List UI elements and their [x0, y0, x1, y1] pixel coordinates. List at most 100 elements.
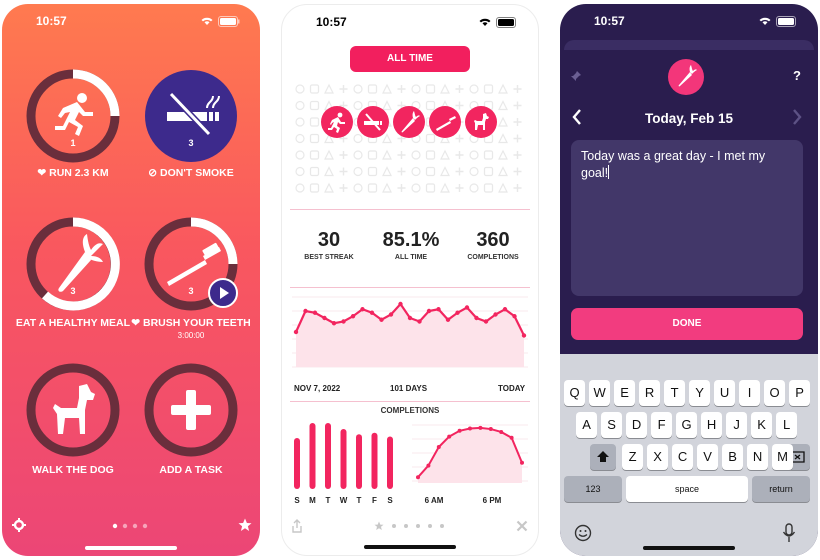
keyboard: 123 space return QWERTYUIOP ASDFGHJKL ZXCV…	[560, 354, 818, 556]
play-timer-button[interactable]	[208, 278, 238, 308]
trend-point	[312, 310, 318, 315]
key-f[interactable]: F	[651, 412, 673, 438]
star-icon[interactable]	[238, 518, 252, 532]
key-p[interactable]: P	[789, 380, 811, 406]
bg-icon	[498, 166, 508, 177]
bg-icon	[513, 134, 522, 143]
key-a[interactable]: A	[576, 412, 598, 438]
key-s[interactable]: S	[601, 412, 623, 438]
key-g[interactable]: G	[676, 412, 698, 438]
key-z[interactable]: Z	[622, 444, 644, 470]
key-m[interactable]: M	[772, 444, 794, 470]
key-b[interactable]: B	[722, 444, 744, 470]
habit-run[interactable]: 1	[25, 68, 121, 164]
key-h[interactable]: H	[701, 412, 723, 438]
shift-key[interactable]	[590, 444, 616, 470]
habit-healthy-meal[interactable]: 3	[25, 216, 121, 312]
page-dots[interactable]	[112, 523, 152, 529]
filter-dog[interactable]	[465, 106, 497, 138]
emoji-icon[interactable]	[574, 524, 592, 542]
numbers-key[interactable]: 123	[564, 476, 622, 502]
bg-icon	[498, 116, 508, 127]
key-o[interactable]: O	[764, 380, 786, 406]
key-r[interactable]: R	[639, 380, 661, 406]
bg-icon	[309, 117, 320, 127]
help-button[interactable]: ?	[793, 68, 801, 83]
key-e[interactable]: E	[614, 380, 636, 406]
plus-icon	[171, 390, 211, 430]
stat-label: BEST STREAK	[304, 254, 354, 261]
key-y[interactable]: Y	[689, 380, 711, 406]
key-i[interactable]: I	[739, 380, 761, 406]
gear-icon[interactable]	[12, 518, 26, 532]
battery-icon	[218, 15, 240, 27]
battery-icon	[776, 15, 796, 27]
filter-run[interactable]	[321, 106, 353, 138]
heart-icon: ❤	[37, 167, 47, 179]
bg-icon	[483, 166, 494, 177]
key-v[interactable]: V	[697, 444, 719, 470]
bg-icon	[367, 84, 378, 94]
bg-icon	[483, 84, 494, 94]
key-j[interactable]: J	[726, 412, 748, 438]
wifi-icon	[479, 18, 491, 26]
bg-icon	[440, 83, 450, 94]
habit-label-brush-teeth: ❤ BRUSH YOUR TEETH	[126, 317, 256, 329]
trend-point	[388, 312, 394, 317]
habit-ring	[145, 70, 237, 162]
habit-ring	[26, 363, 120, 457]
bg-icon	[411, 150, 421, 160]
close-icon[interactable]	[516, 520, 528, 532]
habit-label-run: ❤ RUN 2.3 KM	[8, 167, 138, 179]
key-l[interactable]: L	[776, 412, 798, 438]
bg-icon	[513, 101, 522, 110]
return-key[interactable]: return	[752, 476, 810, 502]
journal-text-area[interactable]: Today was a great day - I met my goal!	[571, 140, 803, 296]
key-q[interactable]: Q	[564, 380, 586, 406]
filter-carrot[interactable]	[393, 106, 425, 138]
space-key[interactable]: space	[626, 476, 748, 502]
bg-icon	[483, 183, 494, 193]
filter-no-smoking[interactable]	[357, 106, 389, 138]
running-icon	[328, 112, 345, 133]
bg-icon	[513, 167, 522, 176]
hourly-point	[488, 427, 493, 432]
key-t[interactable]: T	[664, 380, 686, 406]
habit-walk-dog[interactable]	[25, 362, 121, 458]
chevron-right-icon[interactable]	[791, 108, 803, 126]
key-u[interactable]: U	[714, 380, 736, 406]
key-x[interactable]: X	[647, 444, 669, 470]
status-bar: 10:57	[282, 5, 538, 39]
bg-icon	[455, 151, 464, 159]
habit-filter-strip[interactable]	[374, 521, 448, 531]
key-d[interactable]: D	[626, 412, 648, 438]
bg-icon	[324, 166, 334, 177]
dog-icon	[53, 384, 95, 434]
done-button[interactable]: DONE	[571, 308, 803, 340]
habit-dont-smoke[interactable]: 3	[143, 68, 239, 164]
weekday-bar	[309, 423, 316, 489]
trend-point	[502, 307, 508, 312]
period-selector-button[interactable]: ALL TIME	[350, 46, 470, 72]
pin-icon[interactable]	[570, 70, 582, 82]
key-c[interactable]: C	[672, 444, 694, 470]
heart-icon: ❤	[131, 317, 141, 329]
bg-icon	[295, 166, 305, 177]
add-task-button[interactable]	[143, 362, 239, 458]
bg-icon	[440, 182, 450, 193]
bg-icon	[339, 151, 348, 159]
key-k[interactable]: K	[751, 412, 773, 438]
filter-toothbrush[interactable]	[429, 106, 461, 138]
weekday-label: F	[372, 496, 377, 505]
weekday-bar	[356, 434, 362, 489]
share-icon[interactable]	[290, 519, 304, 533]
trend-point	[407, 315, 413, 321]
microphone-icon[interactable]	[782, 523, 796, 543]
trend-point	[341, 319, 346, 324]
key-n[interactable]: N	[747, 444, 769, 470]
key-w[interactable]: W	[589, 380, 611, 406]
trend-point	[493, 312, 498, 317]
bg-icon	[324, 83, 334, 94]
weekday-label: S	[294, 496, 300, 505]
bottom-toolbar	[282, 517, 538, 537]
